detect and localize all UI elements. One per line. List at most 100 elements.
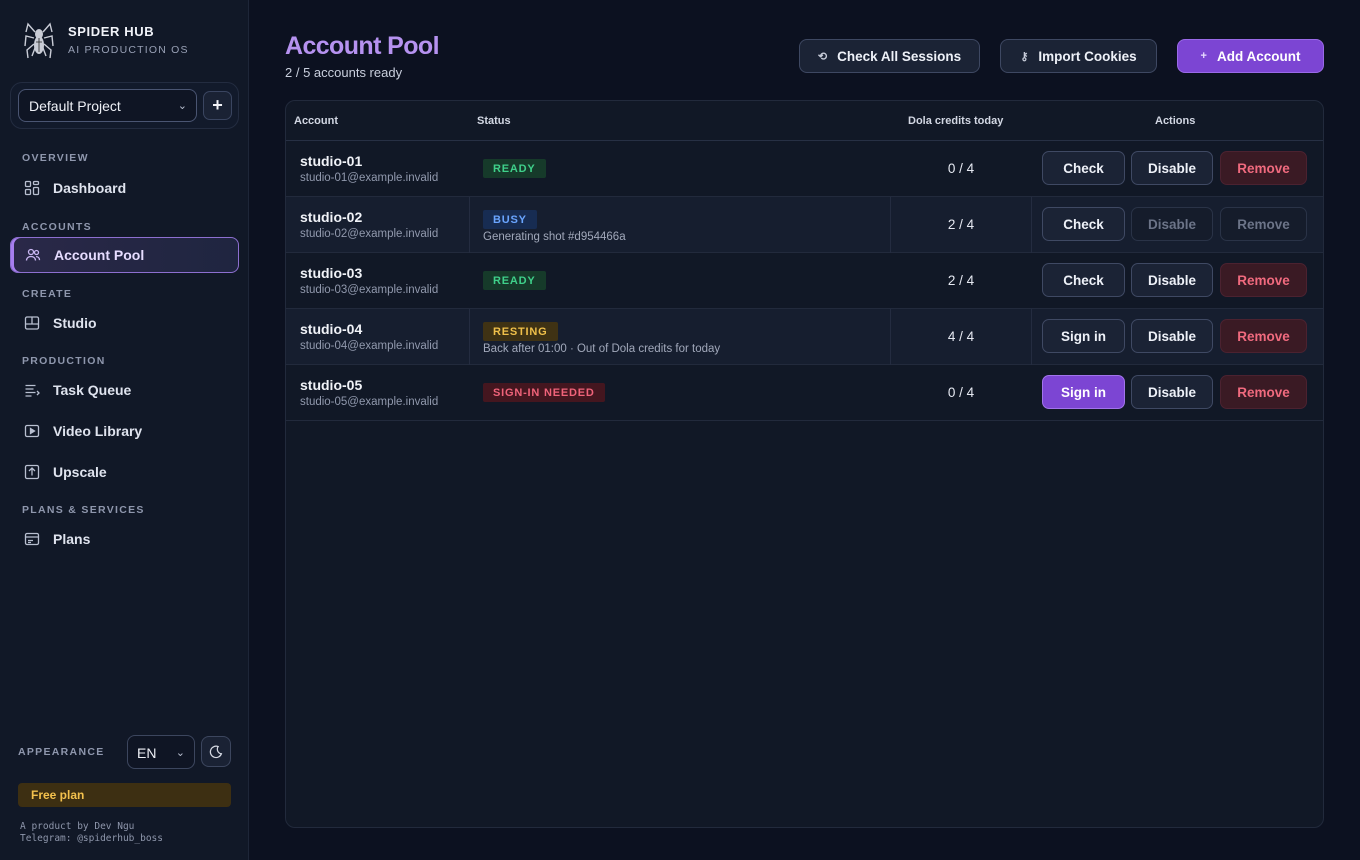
sidebar: SPIDER HUB AI PRODUCTION OS Default Proj… [0, 0, 249, 860]
nav-section-overview: OVERVIEW [22, 152, 89, 164]
credits-value: 0 / 4 [947, 161, 975, 176]
account-email: studio-02@example.invalid [300, 228, 439, 240]
table-row: studio-04 studio-04@example.invalid RESTIN… [286, 309, 1323, 365]
table-header: Account Status Dola credits today Action… [286, 101, 1323, 141]
sidebar-item-plans[interactable]: Plans [10, 521, 239, 557]
check-all-sessions-button[interactable]: ⟲ Check All Sessions [799, 39, 980, 73]
sidebar-item-video-library[interactable]: Video Library [10, 413, 239, 449]
check-button[interactable]: Check [1042, 151, 1125, 185]
credit-line: Telegram: @spiderhub_boss [20, 833, 163, 844]
brand-name: SPIDER HUB [68, 24, 155, 39]
chevron-down-icon: ⌄ [177, 100, 187, 112]
plan-badge[interactable]: Free plan [18, 783, 231, 807]
add-account-button[interactable]: + Add Account [1177, 39, 1324, 73]
sidebar-item-label: Plans [53, 531, 91, 547]
sidebar-item-label: Studio [53, 315, 97, 331]
page-title: Account Pool [285, 32, 440, 60]
remove-button[interactable]: Remove [1220, 151, 1307, 185]
account-name: studio-02 [300, 209, 363, 225]
brand-subtitle: AI PRODUCTION OS [68, 44, 189, 56]
theme-toggle-button[interactable] [201, 736, 231, 767]
status-badge: SIGN-IN NEEDED [483, 383, 605, 402]
button-label: Add Account [1216, 48, 1301, 64]
check-button[interactable]: Check [1042, 207, 1125, 241]
credits-value: 2 / 4 [947, 217, 975, 232]
nav-section-create: CREATE [22, 288, 73, 300]
status-note: Generating shot #d954466a [483, 231, 626, 243]
sign-in-button[interactable]: Sign in [1042, 319, 1125, 353]
remove-button[interactable]: Remove [1220, 375, 1307, 409]
sign-in-button[interactable]: Sign in [1042, 375, 1125, 409]
sidebar-item-task-queue[interactable]: Task Queue [10, 372, 239, 408]
add-project-button[interactable]: + [203, 91, 232, 120]
column-divider [1031, 309, 1032, 365]
account-name: studio-05 [300, 377, 363, 393]
credits-value: 2 / 4 [947, 273, 975, 288]
import-cookies-button[interactable]: ⚷ Import Cookies [1000, 39, 1157, 73]
upscale-icon [24, 464, 40, 480]
status-note: Back after 01:00 · Out of Dola credits f… [483, 343, 721, 355]
nav-section-plans: PLANS & SERVICES [22, 504, 145, 516]
project-select[interactable]: Default Project ⌄ [18, 89, 197, 122]
disable-button[interactable]: Disable [1131, 151, 1213, 185]
sidebar-item-label: Account Pool [54, 247, 145, 263]
users-icon [25, 248, 41, 261]
button-label: Import Cookies [1038, 48, 1137, 64]
accounts-table: Account Status Dola credits today Action… [285, 100, 1324, 828]
table-row: studio-05 studio-05@example.invalid SIGN-I… [286, 365, 1323, 421]
sidebar-item-studio[interactable]: Studio [10, 305, 239, 341]
appearance-label: APPEARANCE [18, 746, 105, 758]
language-select-value: EN [137, 745, 157, 761]
sidebar-item-label: Dashboard [53, 180, 127, 196]
button-label: Check All Sessions [837, 48, 962, 64]
remove-button[interactable]: Remove [1220, 319, 1307, 353]
credits-value: 0 / 4 [947, 385, 975, 400]
disable-button[interactable]: Disable [1131, 319, 1213, 353]
dashboard-icon [24, 180, 40, 196]
disable-button[interactable]: Disable [1131, 207, 1213, 241]
sidebar-item-label: Video Library [53, 423, 143, 439]
account-email: studio-01@example.invalid [300, 172, 439, 184]
column-divider [469, 197, 470, 253]
refresh-icon: ⟲ [817, 50, 828, 63]
sidebar-item-account-pool[interactable]: Account Pool [10, 237, 239, 273]
column-header-account: Account [294, 115, 338, 127]
credits-value: 4 / 4 [947, 329, 975, 344]
plans-icon [24, 532, 40, 546]
table-row: studio-01 studio-01@example.invalid READY 0… [286, 141, 1323, 197]
disable-button[interactable]: Disable [1131, 263, 1213, 297]
plus-icon: + [1200, 50, 1207, 62]
remove-button[interactable]: Remove [1220, 207, 1307, 241]
column-divider [1031, 197, 1032, 253]
account-email: studio-05@example.invalid [300, 396, 439, 408]
table-row: studio-03 studio-03@example.invalid READY 2… [286, 253, 1323, 309]
column-divider [469, 309, 470, 365]
sidebar-item-upscale[interactable]: Upscale [10, 454, 239, 490]
sidebar-item-label: Task Queue [53, 382, 132, 398]
project-switcher: Default Project ⌄ + [10, 82, 239, 129]
status-badge: RESTING [483, 322, 558, 341]
check-button[interactable]: Check [1042, 263, 1125, 297]
column-header-status: Status [477, 115, 511, 127]
spider-logo-icon [24, 22, 54, 59]
queue-icon [25, 384, 40, 397]
status-badge: READY [483, 159, 546, 178]
brand[interactable]: SPIDER HUB AI PRODUCTION OS [24, 20, 189, 60]
remove-button[interactable]: Remove [1220, 263, 1307, 297]
disable-button[interactable]: Disable [1131, 375, 1213, 409]
moon-icon [209, 745, 223, 758]
nav-section-accounts: ACCOUNTS [22, 221, 92, 233]
project-select-value: Default Project [29, 98, 121, 114]
column-header-actions: Actions [1155, 115, 1196, 127]
sidebar-item-label: Upscale [53, 464, 107, 480]
studio-icon [24, 316, 40, 330]
table-row: studio-02 studio-02@example.invalid BUSY Ge… [286, 197, 1323, 253]
language-select[interactable]: EN ⌄ [127, 735, 195, 769]
status-badge: READY [483, 271, 546, 290]
sidebar-item-dashboard[interactable]: Dashboard [10, 170, 239, 206]
status-badge: BUSY [483, 210, 537, 229]
key-icon: ⚷ [1020, 50, 1029, 63]
account-name: studio-04 [300, 321, 363, 337]
account-name: studio-01 [300, 153, 363, 169]
column-header-credits: Dola credits today [908, 115, 1004, 127]
